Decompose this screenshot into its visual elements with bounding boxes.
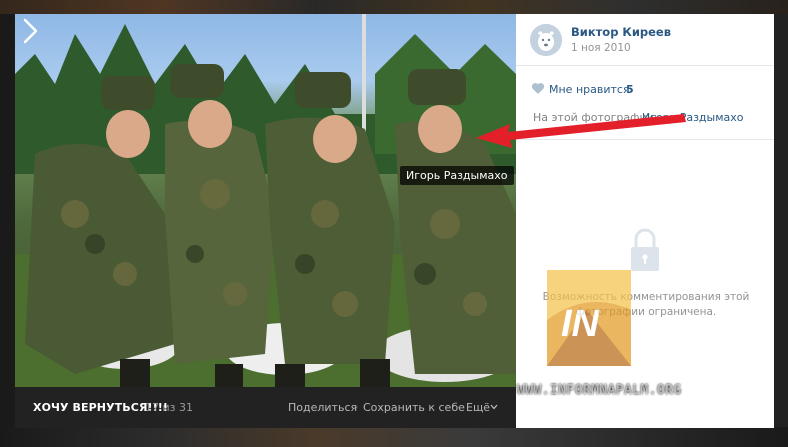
lock-icon (631, 228, 659, 271)
avatar-dog-icon[interactable] (530, 24, 562, 56)
photo-scene (15, 14, 516, 387)
annotation-arrow (476, 114, 686, 148)
like-button[interactable]: Мне нравится (549, 83, 630, 96)
more-button[interactable]: Ещё (466, 401, 490, 414)
photo-tag-label[interactable]: Игорь Раздымахо (400, 166, 514, 185)
divider (516, 65, 774, 66)
photo-counter: 17 из 31 (145, 401, 193, 414)
like-count[interactable]: 5 (626, 83, 634, 96)
chevron-right-icon[interactable] (15, 14, 45, 48)
chevron-down-icon[interactable] (490, 404, 498, 410)
photo-bottom-bar: ХОЧУ ВЕРНУТЬСЯ!!!! 17 из 31 Поделиться ·… (15, 387, 516, 428)
watermark-site: WWW.INFORMNAPALM.ORG (517, 383, 682, 398)
heart-icon[interactable] (531, 82, 545, 95)
save-button[interactable]: Сохранить к себе (363, 401, 465, 414)
photo-date[interactable]: 1 ноя 2010 (571, 42, 631, 54)
backdrop-strip-top (0, 0, 788, 14)
author-name[interactable]: Виктор Киреев (571, 25, 671, 39)
photo-viewer: Игорь Раздымахо ХОЧУ ВЕРНУТЬСЯ!!!! 17 из… (15, 14, 774, 428)
share-button[interactable]: Поделиться (288, 401, 357, 414)
separator-dot: · (355, 401, 359, 414)
photo[interactable]: Игорь Раздымахо (15, 14, 516, 387)
separator-dot: · (457, 401, 461, 414)
watermark-logo: IN (547, 270, 631, 366)
watermark-logo-text: IN (561, 303, 601, 345)
backdrop-strip-bottom (0, 427, 788, 447)
